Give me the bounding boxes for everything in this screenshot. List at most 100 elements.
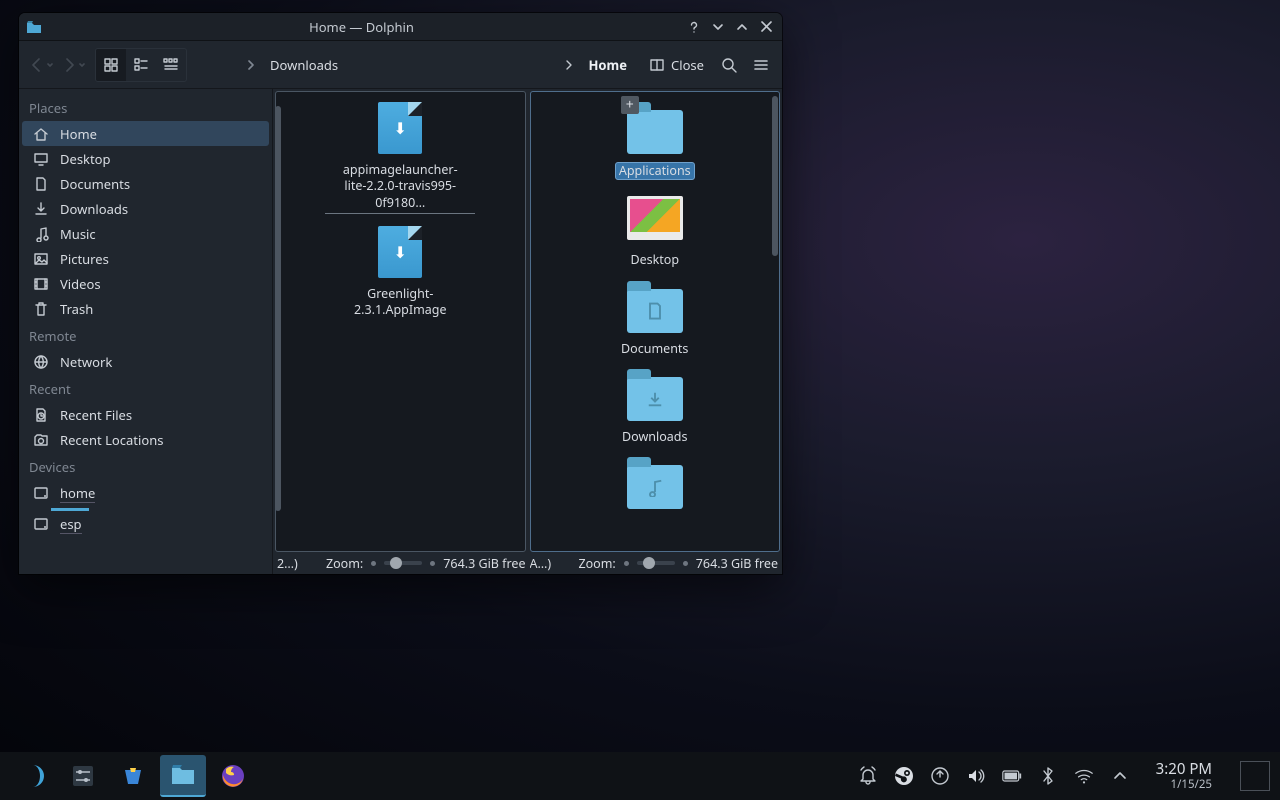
folder-icon: + bbox=[627, 110, 683, 154]
notifications-icon[interactable] bbox=[858, 766, 878, 786]
back-button[interactable] bbox=[25, 49, 55, 81]
clock[interactable]: 3:20 PM 1/15/25 bbox=[1156, 760, 1212, 792]
clock-time: 3:20 PM bbox=[1156, 760, 1212, 778]
sidebar-item-desktop[interactable]: Desktop bbox=[22, 146, 269, 171]
appimage-file-icon: ⬇︎ bbox=[378, 226, 422, 278]
task-firefox[interactable] bbox=[210, 755, 256, 797]
help-button[interactable] bbox=[684, 17, 704, 37]
breadcrumb-home[interactable]: Home bbox=[580, 56, 635, 74]
sidebar-item-recent-files[interactable]: Recent Files bbox=[22, 402, 269, 427]
status-right-info: A…) bbox=[530, 555, 552, 572]
file-item[interactable]: ⬇︎ appimagelauncher-lite-2.2.0-travis995… bbox=[315, 100, 485, 214]
close-split-button[interactable]: Close bbox=[641, 49, 712, 81]
pane-scrollbar[interactable] bbox=[772, 96, 778, 256]
sidebar-item-drive-esp[interactable]: esp bbox=[22, 511, 269, 537]
pictures-icon bbox=[32, 250, 50, 268]
folder-item[interactable]: Downloads bbox=[570, 367, 740, 445]
clock-date: 1/15/25 bbox=[1156, 778, 1212, 792]
zoom-slider[interactable] bbox=[384, 561, 422, 565]
pane-home[interactable]: + Applications Desktop Documents bbox=[530, 91, 781, 552]
search-button[interactable] bbox=[714, 49, 744, 81]
volume-icon[interactable] bbox=[966, 766, 986, 786]
taskbar: 3:20 PM 1/15/25 bbox=[0, 752, 1280, 800]
trash-icon bbox=[32, 300, 50, 318]
sidebar-item-videos[interactable]: Videos bbox=[22, 271, 269, 296]
free-space-label: 764.3 GiB free bbox=[696, 555, 778, 572]
drive-icon bbox=[32, 484, 50, 502]
battery-icon[interactable] bbox=[1002, 766, 1022, 786]
sidebar-scrollbar[interactable] bbox=[275, 106, 281, 511]
tray-expand-icon[interactable] bbox=[1110, 766, 1130, 786]
zoom-slider[interactable] bbox=[637, 561, 675, 565]
network-icon bbox=[32, 353, 50, 371]
sidebar-item-network[interactable]: Network bbox=[22, 349, 269, 374]
app-folder-icon bbox=[25, 18, 43, 36]
folder-item[interactable]: Documents bbox=[570, 279, 740, 357]
appimage-file-icon: ⬇︎ bbox=[378, 102, 422, 154]
details-view-button[interactable] bbox=[156, 49, 186, 81]
sidebar-item-drive-home[interactable]: home bbox=[22, 480, 269, 506]
free-space-label: 764.3 GiB free bbox=[443, 555, 525, 572]
close-button[interactable] bbox=[756, 17, 776, 37]
hamburger-menu-button[interactable] bbox=[746, 49, 776, 81]
steam-icon[interactable] bbox=[894, 766, 914, 786]
emblem-add-icon: + bbox=[621, 96, 639, 114]
recent-files-icon bbox=[32, 406, 50, 424]
drive-icon bbox=[32, 515, 50, 533]
recent-heading: Recent bbox=[19, 374, 272, 402]
sidebar-item-trash[interactable]: Trash bbox=[22, 296, 269, 321]
folder-item[interactable] bbox=[570, 455, 740, 517]
sidebar-item-downloads[interactable]: Downloads bbox=[22, 196, 269, 221]
pane-downloads[interactable]: ⬇︎ appimagelauncher-lite-2.2.0-travis995… bbox=[275, 91, 526, 552]
desktop-icon bbox=[32, 150, 50, 168]
start-menu-button[interactable] bbox=[10, 755, 56, 797]
sidebar-item-documents[interactable]: Documents bbox=[22, 171, 269, 196]
places-heading: Places bbox=[19, 93, 272, 121]
folder-icon bbox=[627, 465, 683, 509]
status-bar: 2…) Zoom: 764.3 GiB free A…) Zoom: 764.3… bbox=[273, 552, 782, 574]
icons-view-button[interactable] bbox=[96, 49, 126, 81]
updates-icon[interactable] bbox=[930, 766, 950, 786]
forward-button[interactable] bbox=[57, 49, 87, 81]
folder-icon bbox=[627, 289, 683, 333]
sidebar-item-pictures[interactable]: Pictures bbox=[22, 246, 269, 271]
file-item[interactable]: ⬇︎ Greenlight-2.3.1.AppImage bbox=[315, 224, 485, 319]
status-left-info: 2…) bbox=[277, 555, 298, 572]
bluetooth-icon[interactable] bbox=[1038, 766, 1058, 786]
sidebar-item-music[interactable]: Music bbox=[22, 221, 269, 246]
titlebar[interactable]: Home — Dolphin bbox=[19, 13, 782, 41]
music-icon bbox=[32, 225, 50, 243]
task-dolphin[interactable] bbox=[160, 755, 206, 797]
show-desktop-button[interactable] bbox=[1240, 761, 1270, 791]
devices-heading: Devices bbox=[19, 452, 272, 480]
task-discover[interactable] bbox=[110, 755, 156, 797]
breadcrumb-bar: Downloads Home bbox=[246, 56, 635, 74]
maximize-button[interactable] bbox=[732, 17, 752, 37]
toolbar: Downloads Home Close bbox=[19, 41, 782, 89]
desktop-folder-icon bbox=[627, 196, 683, 240]
recent-locations-icon bbox=[32, 431, 50, 449]
places-panel: Places Home Desktop Documents Downloads … bbox=[19, 89, 273, 574]
folder-item[interactable]: + Applications bbox=[570, 100, 740, 180]
wifi-icon[interactable] bbox=[1074, 766, 1094, 786]
window-title: Home — Dolphin bbox=[43, 18, 680, 36]
remote-heading: Remote bbox=[19, 321, 272, 349]
task-settings[interactable] bbox=[60, 755, 106, 797]
sidebar-item-recent-locations[interactable]: Recent Locations bbox=[22, 427, 269, 452]
folder-icon bbox=[627, 377, 683, 421]
minimize-button[interactable] bbox=[708, 17, 728, 37]
sidebar-item-home[interactable]: Home bbox=[22, 121, 269, 146]
zoom-label: Zoom: bbox=[578, 555, 615, 572]
videos-icon bbox=[32, 275, 50, 293]
dolphin-window: Home — Dolphin Downloads Home bbox=[19, 13, 782, 574]
compact-view-button[interactable] bbox=[126, 49, 156, 81]
chevron-right-icon bbox=[246, 60, 256, 70]
downloads-icon bbox=[32, 200, 50, 218]
chevron-right-icon bbox=[564, 60, 574, 70]
documents-icon bbox=[32, 175, 50, 193]
system-tray: 3:20 PM 1/15/25 bbox=[858, 760, 1270, 792]
zoom-label: Zoom: bbox=[326, 555, 363, 572]
folder-item[interactable]: Desktop bbox=[570, 190, 740, 268]
home-icon bbox=[32, 125, 50, 143]
breadcrumb-downloads[interactable]: Downloads bbox=[262, 56, 346, 74]
